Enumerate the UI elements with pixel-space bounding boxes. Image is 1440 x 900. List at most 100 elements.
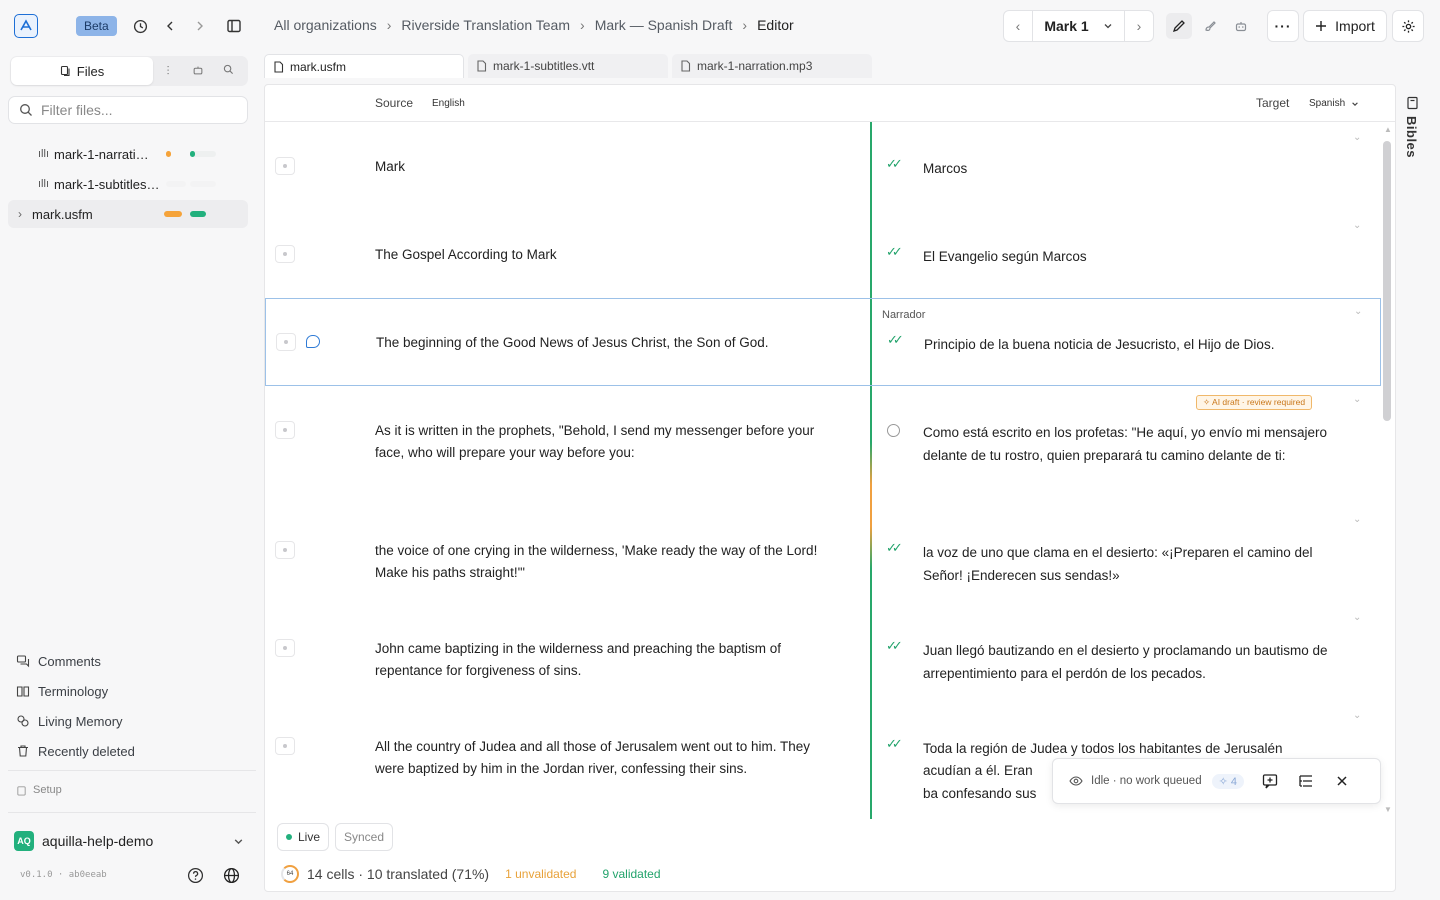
cell-menu-button[interactable] (275, 421, 295, 439)
cell-menu-button[interactable] (275, 737, 295, 755)
breadcrumb-item[interactable]: Riverside Translation Team (401, 17, 570, 33)
chevron-down-icon[interactable]: ⌄ (1353, 220, 1361, 231)
import-button[interactable]: Import (1303, 10, 1387, 42)
validated-check-icon[interactable]: ✓✓ (886, 540, 903, 556)
robot-tab-icon[interactable] (183, 64, 213, 79)
bibles-panel-toggle[interactable]: Bibles (1404, 96, 1419, 158)
tab-narration-mp3[interactable]: mark-1-narration.mp3 (672, 54, 872, 78)
eye-icon[interactable] (1069, 774, 1083, 788)
target-text[interactable]: la voz de uno que clama en el desierto: … (923, 542, 1333, 587)
subtitle-file-icon: ıllı (38, 178, 49, 190)
tab-files-label: Files (76, 63, 105, 79)
edit-pencil-icon[interactable] (1166, 13, 1193, 39)
tab-label: mark-1-subtitles.vtt (493, 59, 595, 73)
cell-menu-button[interactable] (275, 245, 295, 263)
more-options-button[interactable]: ··· (1267, 10, 1299, 42)
target-text[interactable]: Marcos (923, 158, 1333, 181)
validated-check-icon[interactable]: ✓✓ (887, 332, 904, 348)
breadcrumb-separator: › (742, 17, 748, 33)
audio-waveform-tab-icon[interactable]: ⫶ (153, 64, 183, 79)
globe-icon[interactable] (223, 867, 240, 887)
target-text[interactable]: acudían a él. Eran ba confesando sus pec (923, 760, 1051, 808)
tab-subtitles-vtt[interactable]: mark-1-subtitles.vtt (468, 54, 668, 78)
app-version: v0.1.0 · ab0eeab (20, 870, 107, 880)
next-chapter-icon[interactable]: › (1125, 18, 1153, 34)
chevron-down-icon[interactable]: ⌄ (1353, 132, 1361, 143)
chevron-right-icon[interactable]: › (18, 207, 22, 221)
source-text: the voice of one crying in the wildernes… (375, 543, 818, 580)
target-text[interactable]: Principio de la buena noticia de Jesucri… (924, 334, 1334, 357)
add-comment-icon[interactable] (1262, 773, 1278, 789)
chevron-down-icon[interactable]: ⌄ (1353, 394, 1361, 405)
cell-row-selected[interactable]: The beginning of the Good News of Jesus … (265, 298, 1381, 386)
cell-row[interactable]: John came baptizing in the wilderness an… (265, 604, 1381, 702)
robot-icon[interactable] (1228, 13, 1254, 39)
breadcrumb: All organizations › Riverside Translatio… (274, 17, 794, 33)
file-item-usfm[interactable]: › mark.usfm (8, 200, 248, 228)
validated-check-icon[interactable]: ✓✓ (886, 244, 903, 260)
cell-menu-button[interactable] (276, 333, 296, 351)
bibles-label: Bibles (1404, 116, 1419, 159)
history-icon[interactable] (128, 14, 152, 38)
project-switcher[interactable]: AQ aquilla-help-demo (14, 830, 244, 852)
validated-check-icon[interactable]: ✓✓ (886, 736, 903, 752)
book-icon (16, 686, 30, 697)
file-item-narration[interactable]: ıllı mark-1-narratio… (8, 140, 248, 168)
settings-button[interactable] (1392, 10, 1424, 42)
target-text[interactable]: Como está escrito en los profetas: "He a… (923, 422, 1333, 467)
file-item-subtitles[interactable]: ıllı mark-1-subtitles… (8, 170, 248, 198)
target-text[interactable]: Juan llegó bautizando en el desierto y p… (923, 640, 1333, 685)
sidebar-item-living-memory[interactable]: Living Memory (16, 710, 123, 732)
prev-chapter-icon[interactable]: ‹ (1004, 18, 1032, 34)
filter-files-input[interactable]: Filter files... (8, 96, 248, 124)
setup-label: Setup (33, 784, 62, 796)
source-text: The beginning of the Good News of Jesus … (376, 335, 769, 350)
file-name: mark-1-subtitles… (54, 176, 160, 192)
comment-bubble-icon[interactable] (306, 335, 320, 348)
toggle-sidebar-icon[interactable] (222, 14, 246, 38)
validated-count[interactable]: 9 validated (602, 867, 660, 881)
list-tree-icon[interactable] (1298, 773, 1314, 789)
breadcrumb-item[interactable]: All organizations (274, 17, 377, 33)
sidebar-item-setup[interactable]: Setup (16, 784, 62, 796)
sidebar-item-terminology[interactable]: Terminology (16, 680, 108, 702)
scroll-up-icon[interactable]: ▲ (1384, 125, 1392, 134)
scrollbar[interactable] (1383, 141, 1391, 421)
sidebar-item-label: Living Memory (38, 713, 123, 729)
cell-row[interactable]: Mark ✓✓ Marcos ⌄ (265, 122, 1381, 210)
validated-check-icon[interactable]: ✓✓ (886, 156, 903, 172)
app-logo-icon[interactable] (14, 14, 38, 38)
sidebar-item-recently-deleted[interactable]: Recently deleted (16, 740, 135, 762)
help-icon[interactable] (187, 867, 204, 887)
tab-files[interactable]: Files (11, 57, 153, 85)
agent-status-popover: Idle · no work queued ✧ 4 (1052, 758, 1381, 804)
progress-bar-orange (164, 211, 182, 217)
target-text[interactable]: El Evangelio según Marcos (923, 246, 1333, 269)
cell-menu-button[interactable] (275, 639, 295, 657)
chevron-down-icon[interactable]: ⌄ (1353, 710, 1361, 721)
cell-row[interactable]: As it is written in the prophets, "Behol… (265, 386, 1381, 506)
cell-row[interactable]: The Gospel According to Mark ✓✓ El Evang… (265, 210, 1381, 298)
validated-check-icon[interactable]: ✓✓ (886, 638, 903, 654)
cell-row[interactable]: the voice of one crying in the wildernes… (265, 506, 1381, 604)
cell-menu-button[interactable] (275, 541, 295, 559)
unvalidated-circle-icon[interactable] (887, 424, 900, 437)
sidebar: Files ⫶ Filter files... ıllı mark-1-narr… (0, 52, 256, 900)
forward-icon[interactable] (188, 14, 212, 38)
back-icon[interactable] (158, 14, 182, 38)
chapter-select[interactable]: Mark 1 (1032, 11, 1125, 41)
chevron-down-icon[interactable]: ⌄ (1353, 612, 1361, 623)
sidebar-item-comments[interactable]: Comments (16, 650, 101, 672)
close-icon[interactable] (1336, 775, 1348, 787)
breadcrumb-item[interactable]: Mark — Spanish Draft (595, 17, 733, 33)
search-tab-icon[interactable] (213, 64, 243, 78)
brush-icon[interactable] (1197, 13, 1223, 39)
unvalidated-count[interactable]: 1 unvalidated (505, 867, 576, 881)
cell-menu-button[interactable] (275, 157, 295, 175)
chevron-down-icon[interactable]: ⌄ (1354, 306, 1362, 317)
file-icon (681, 60, 691, 72)
target-language-select[interactable]: Spanish (1309, 98, 1345, 109)
chevron-down-icon[interactable]: ⌄ (1353, 514, 1361, 525)
scroll-down-icon[interactable]: ▼ (1384, 805, 1392, 814)
tab-mark-usfm[interactable]: mark.usfm (264, 54, 464, 78)
